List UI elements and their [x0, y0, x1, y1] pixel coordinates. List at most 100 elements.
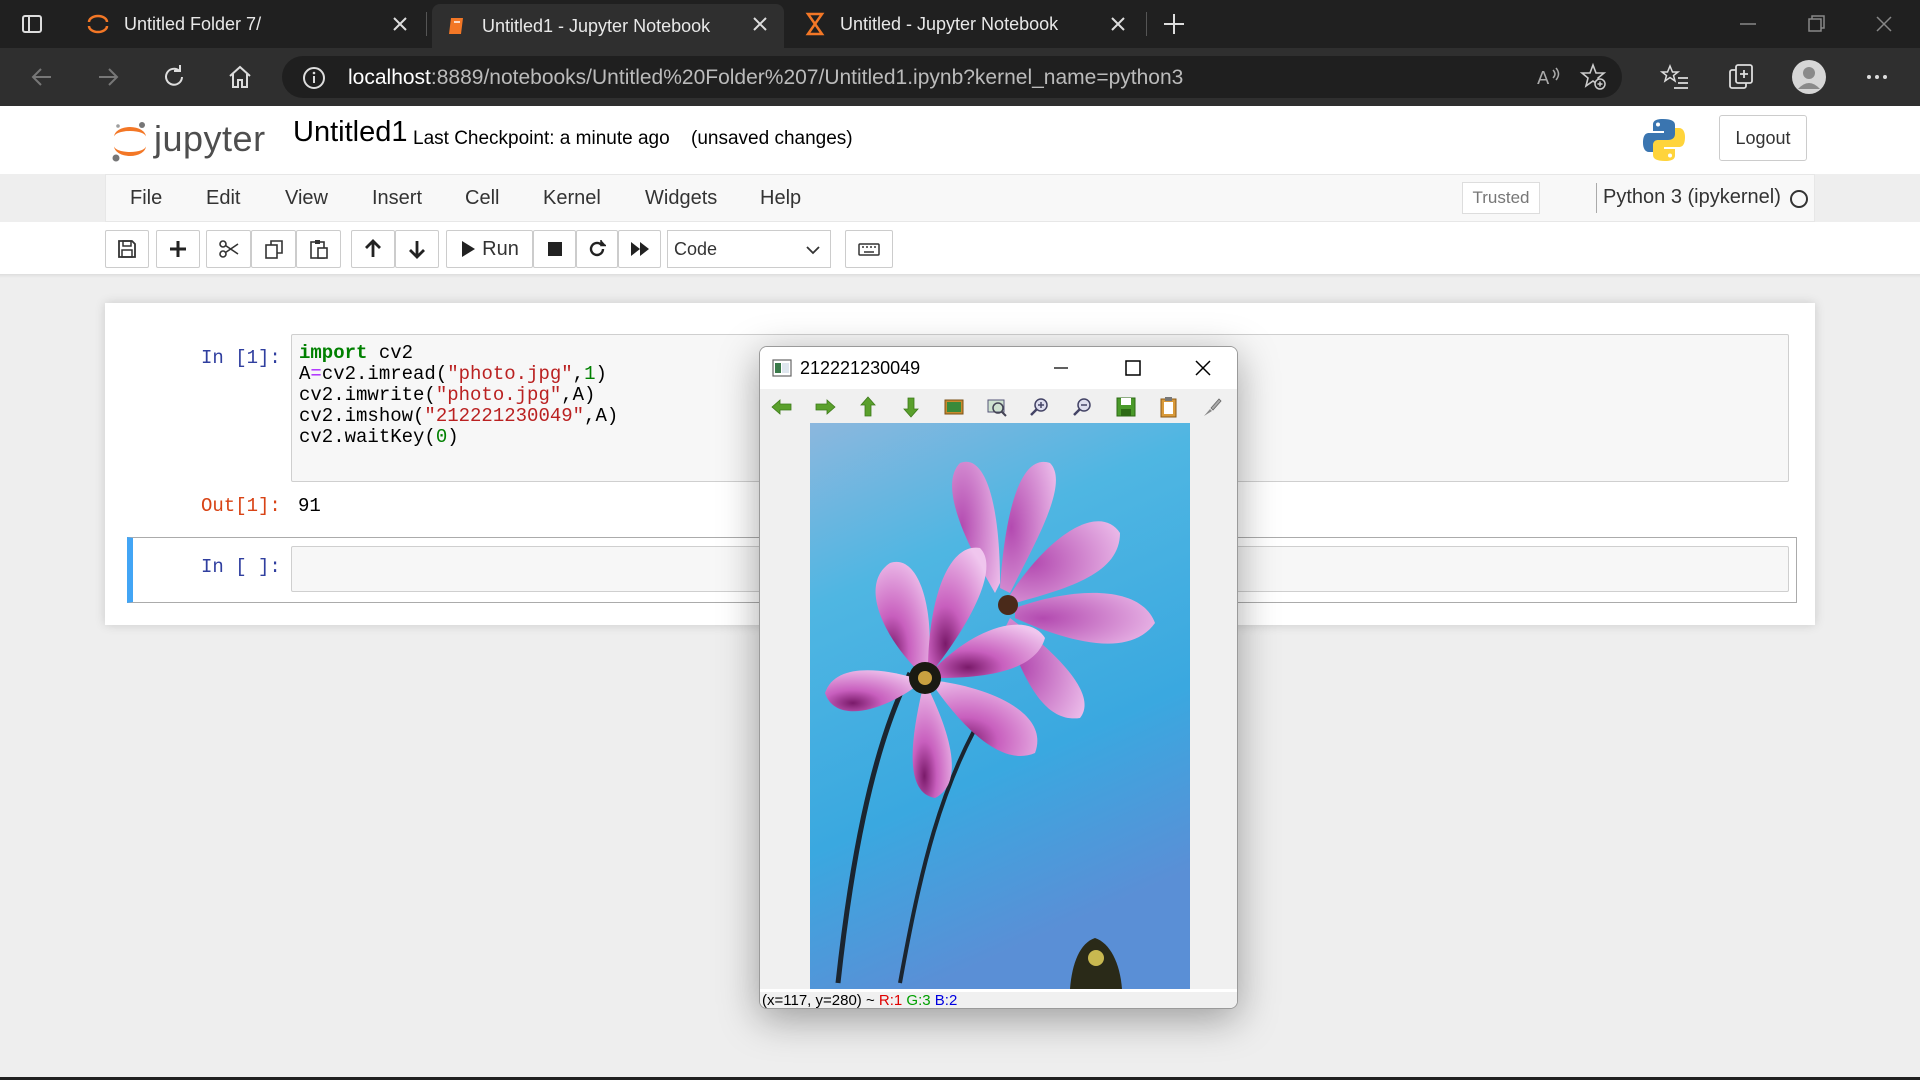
menu-insert[interactable]: Insert: [372, 187, 422, 210]
paste-button[interactable]: [296, 230, 341, 268]
menu-widgets[interactable]: Widgets: [645, 187, 717, 210]
jupyter-header: jupyter Untitled1 Last Checkpoint: a min…: [0, 106, 1920, 174]
collections-icon[interactable]: [1726, 62, 1756, 92]
scissors-icon: [218, 240, 238, 258]
menu-kernel[interactable]: Kernel: [543, 187, 601, 210]
code-token: ,A): [561, 384, 596, 406]
restart-run-all-button[interactable]: [618, 230, 661, 268]
code-token: "212221230049": [424, 405, 585, 427]
close-icon[interactable]: [750, 14, 770, 34]
pan-up-icon[interactable]: [856, 395, 880, 419]
code-token: import: [299, 342, 368, 364]
interrupt-button[interactable]: [533, 230, 576, 268]
copy-button[interactable]: [251, 230, 296, 268]
code-token: cv2.waitKey(: [299, 426, 436, 448]
back-icon[interactable]: [27, 62, 57, 92]
code-token: "photo.jpg": [447, 363, 573, 385]
menu-edit[interactable]: Edit: [206, 187, 240, 210]
url-host: localhost: [348, 66, 431, 89]
menu-view[interactable]: View: [285, 187, 328, 210]
run-button[interactable]: Run: [446, 230, 533, 268]
url-bar[interactable]: localhost:8889/notebooks/Untitled%20Fold…: [282, 56, 1622, 98]
code-token: cv2: [367, 342, 414, 364]
code-token: cv2.imshow(: [299, 405, 425, 427]
zoom-fit-icon[interactable]: [985, 395, 1009, 419]
pixel-red-value: R:1: [878, 992, 903, 1009]
restore-icon[interactable]: [1802, 10, 1830, 38]
profile-avatar-icon[interactable]: [1791, 59, 1827, 95]
jupyter-logo-icon: [112, 122, 146, 162]
cell-type-select[interactable]: Code: [667, 230, 831, 268]
minimize-icon[interactable]: [1050, 357, 1072, 379]
plus-icon: [170, 241, 186, 257]
opencv-status-bar: (x=117, y=280) ~ R:1 G:3 B:2: [760, 992, 1237, 1009]
jupyter-logo[interactable]: jupyter: [110, 116, 280, 164]
site-info-icon[interactable]: [302, 66, 326, 90]
zoom-in-icon[interactable]: [1028, 395, 1052, 419]
code-token: "photo.jpg": [435, 384, 562, 406]
cosmos-flower-photo[interactable]: [810, 423, 1190, 989]
move-up-button[interactable]: [351, 230, 395, 268]
favorites-icon[interactable]: [1660, 62, 1690, 92]
forward-icon[interactable]: [93, 62, 123, 92]
window-close-icon[interactable]: [1870, 10, 1898, 38]
code-token: ,A): [584, 405, 619, 427]
notebook-name[interactable]: Untitled1: [293, 116, 407, 149]
browser-tab-bar: Untitled Folder 7/ Untitled1 - Jupyter N…: [0, 0, 1920, 48]
copy-to-clipboard-icon[interactable]: [1157, 395, 1181, 419]
logout-button[interactable]: Logout: [1719, 115, 1807, 161]
opencv-image-canvas[interactable]: [760, 423, 1237, 989]
new-tab-icon[interactable]: [1162, 12, 1186, 36]
save-image-icon[interactable]: [1114, 395, 1138, 419]
pan-right-icon[interactable]: [813, 395, 837, 419]
pan-down-icon[interactable]: [899, 395, 923, 419]
checkpoint-status: Last Checkpoint: a minute ago: [413, 128, 670, 149]
keyboard-icon: [858, 243, 880, 256]
command-palette-button[interactable]: [845, 230, 893, 268]
zoom-reset-image-icon[interactable]: [942, 395, 966, 419]
kernel-name[interactable]: Python 3 (ipykernel): [1603, 186, 1781, 209]
move-down-button[interactable]: [395, 230, 439, 268]
trusted-indicator[interactable]: Trusted: [1462, 182, 1540, 214]
run-label: Run: [482, 237, 519, 260]
pan-left-icon[interactable]: [770, 395, 794, 419]
arrow-up-icon: [365, 239, 381, 257]
more-menu-icon[interactable]: [1862, 62, 1892, 92]
browser-tab-folder[interactable]: Untitled Folder 7/: [72, 0, 424, 48]
properties-icon[interactable]: [1200, 395, 1224, 419]
save-button[interactable]: [105, 230, 149, 268]
browser-tab-active[interactable]: Untitled1 - Jupyter Notebook: [432, 4, 784, 48]
home-icon[interactable]: [225, 62, 255, 92]
menu-cell[interactable]: Cell: [465, 187, 499, 210]
jupyter-favicon-icon: [87, 14, 109, 34]
opencv-image-window[interactable]: 212221230049 (x=117, y=280) ~ R:1 G:3 B:…: [759, 346, 1238, 1009]
code-token: 0: [435, 426, 448, 448]
tab-title: Untitled Folder 7/: [124, 13, 262, 34]
add-favorite-icon[interactable]: [1578, 62, 1608, 92]
code-token: cv2.imread(: [321, 363, 448, 385]
menu-help[interactable]: Help: [760, 187, 801, 210]
close-icon[interactable]: [1192, 357, 1214, 379]
code-token: =: [310, 363, 322, 385]
menu-file[interactable]: File: [130, 187, 162, 210]
restart-button[interactable]: [576, 230, 618, 268]
minimize-icon[interactable]: [1734, 10, 1762, 38]
paste-icon: [309, 240, 328, 259]
tab-separator: [426, 12, 427, 36]
pixel-green-value: G:3: [906, 992, 931, 1009]
chevron-down-icon: [806, 246, 820, 255]
browser-tab-untitled[interactable]: Untitled - Jupyter Notebook: [790, 0, 1142, 48]
tab-separator: [1146, 12, 1147, 36]
zoom-out-icon[interactable]: [1071, 395, 1095, 419]
insert-cell-button[interactable]: [156, 230, 200, 268]
opencv-title-bar[interactable]: 212221230049: [760, 347, 1237, 389]
read-aloud-icon[interactable]: A: [1534, 62, 1564, 92]
refresh-icon[interactable]: [159, 62, 189, 92]
tab-actions-icon[interactable]: [20, 12, 44, 36]
close-icon[interactable]: [1108, 14, 1128, 34]
cut-button[interactable]: [206, 230, 251, 268]
notebook-menubar: File Edit View Insert Cell Kernel Widget…: [105, 174, 1815, 222]
maximize-icon[interactable]: [1122, 357, 1144, 379]
close-icon[interactable]: [390, 14, 410, 34]
cell-type-value: Code: [674, 238, 718, 259]
